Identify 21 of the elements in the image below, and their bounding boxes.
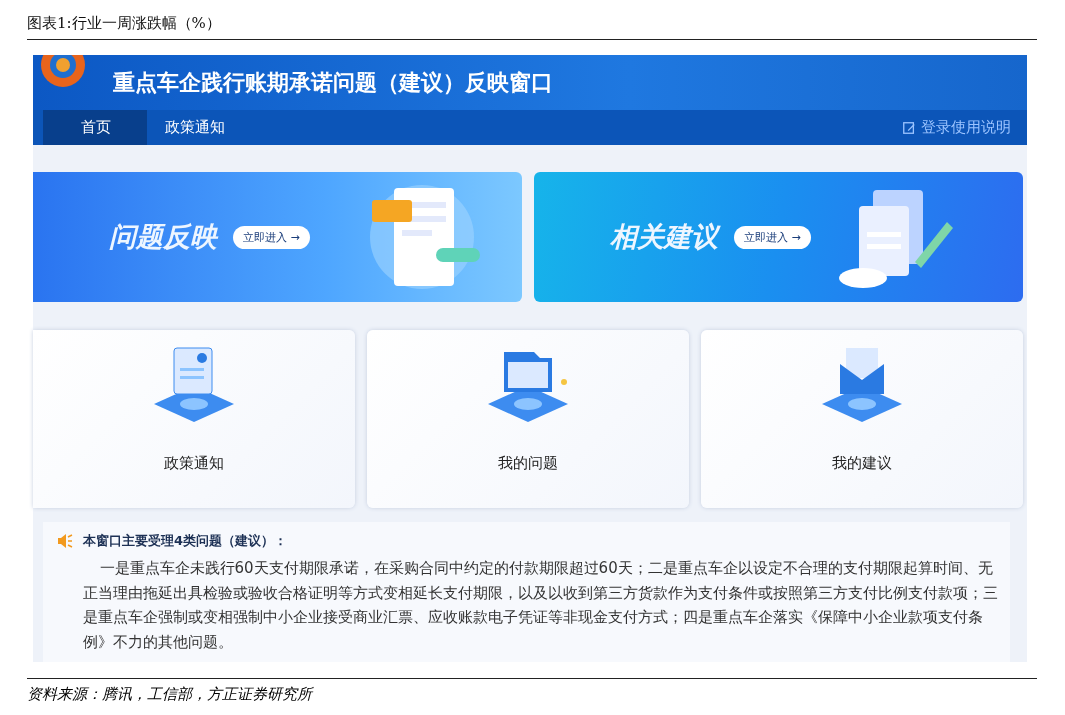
figure-caption: 图表1:行业一周涨跌幅（%） (26, 13, 222, 34)
menu-card[interactable]: 我的建议 (701, 330, 1023, 508)
help-link[interactable]: 登录使用说明 (902, 110, 1011, 145)
card-label: 我的问题 (498, 454, 558, 473)
card-label: 政策通知 (164, 454, 224, 473)
banner-card[interactable]: 问题反映 立即进入 → (33, 172, 522, 302)
nav-tab[interactable]: 首页 (43, 110, 147, 145)
menu-card[interactable]: 我的问题 (367, 330, 689, 508)
notice-text: 一是重点车企未践行60天支付期限承诺，在采购合同中约定的付款期限超过60天；二是重点车企以设定不合理的支付期限起算时间、无正当理由拖延出具检验或验收合格证明等方式变相延长支付期限，以及以收到第三方货款作为支付条件或按照第三方支付比例支付款项；三是重点车企强制或变相强制中小企业接受商业汇票、应收账款电子凭证等非现金支付方式；四是重点车企落实《保障中小企业款项支付条例》不力的其他问题。 (83, 558, 999, 653)
banner-card[interactable]: 相关建议 立即进入 → (534, 172, 1023, 302)
edit-icon (902, 120, 916, 135)
site-title: 重点车企践行账期承诺问题（建议）反映窗口 (113, 68, 553, 97)
menu-card[interactable]: 政策通知 (33, 330, 355, 508)
card-label: 我的建议 (832, 454, 892, 473)
speaker-icon (57, 534, 73, 548)
nav-tab[interactable]: 政策通知 (147, 110, 243, 145)
notice-heading: 本窗口主要受理4类问题（建议）： (83, 532, 288, 550)
source-note: 资料来源：腾讯，工信部，方正证券研究所 (26, 684, 315, 704)
enter-button[interactable]: 立即进入 → (734, 225, 811, 249)
enter-button[interactable]: 立即进入 → (233, 225, 310, 249)
banner-title: 问题反映 (109, 220, 217, 254)
